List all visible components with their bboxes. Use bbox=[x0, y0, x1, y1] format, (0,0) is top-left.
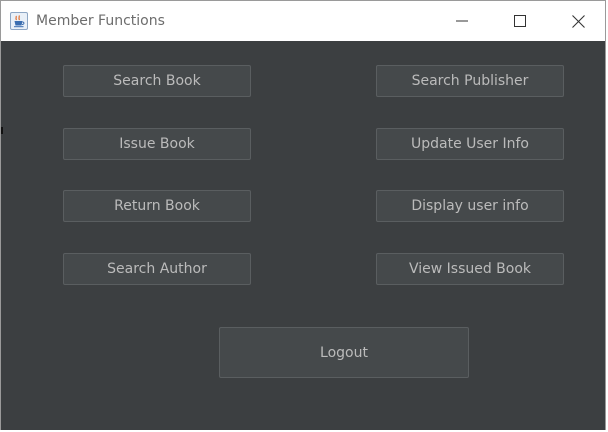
search-author-button[interactable]: Search Author bbox=[63, 253, 251, 285]
search-publisher-label: Search Publisher bbox=[411, 73, 529, 89]
update-user-info-label: Update User Info bbox=[410, 136, 529, 152]
issue-book-label: Issue Book bbox=[119, 136, 195, 152]
close-button[interactable] bbox=[555, 1, 601, 41]
title-bar[interactable]: Member Functions bbox=[1, 1, 605, 41]
window-title: Member Functions bbox=[36, 13, 165, 29]
minimize-icon bbox=[456, 20, 468, 22]
maximize-button[interactable] bbox=[497, 1, 543, 41]
return-book-button[interactable]: Return Book bbox=[63, 190, 251, 222]
display-user-info-button[interactable]: Display user info bbox=[376, 190, 564, 222]
java-cup-icon bbox=[10, 12, 28, 30]
search-author-label: Search Author bbox=[107, 261, 207, 277]
search-book-label: Search Book bbox=[113, 73, 201, 89]
display-user-info-label: Display user info bbox=[411, 198, 529, 214]
member-functions-panel: Search Book Search Publisher Issue Book … bbox=[1, 41, 605, 430]
maximize-icon bbox=[514, 15, 526, 27]
search-publisher-button[interactable]: Search Publisher bbox=[376, 65, 564, 97]
logout-button[interactable]: Logout bbox=[219, 327, 469, 378]
minimize-button[interactable] bbox=[439, 1, 485, 41]
update-user-info-button[interactable]: Update User Info bbox=[376, 128, 564, 160]
search-book-button[interactable]: Search Book bbox=[63, 65, 251, 97]
view-issued-book-label: View Issued Book bbox=[408, 261, 532, 277]
close-icon bbox=[571, 14, 585, 28]
member-functions-window: Member Functions Search Book Search Publ… bbox=[0, 0, 606, 430]
issue-book-button[interactable]: Issue Book bbox=[63, 128, 251, 160]
return-book-label: Return Book bbox=[114, 198, 200, 214]
logout-label: Logout bbox=[320, 344, 368, 361]
edge-mark bbox=[1, 127, 3, 134]
view-issued-book-button[interactable]: View Issued Book bbox=[376, 253, 564, 285]
